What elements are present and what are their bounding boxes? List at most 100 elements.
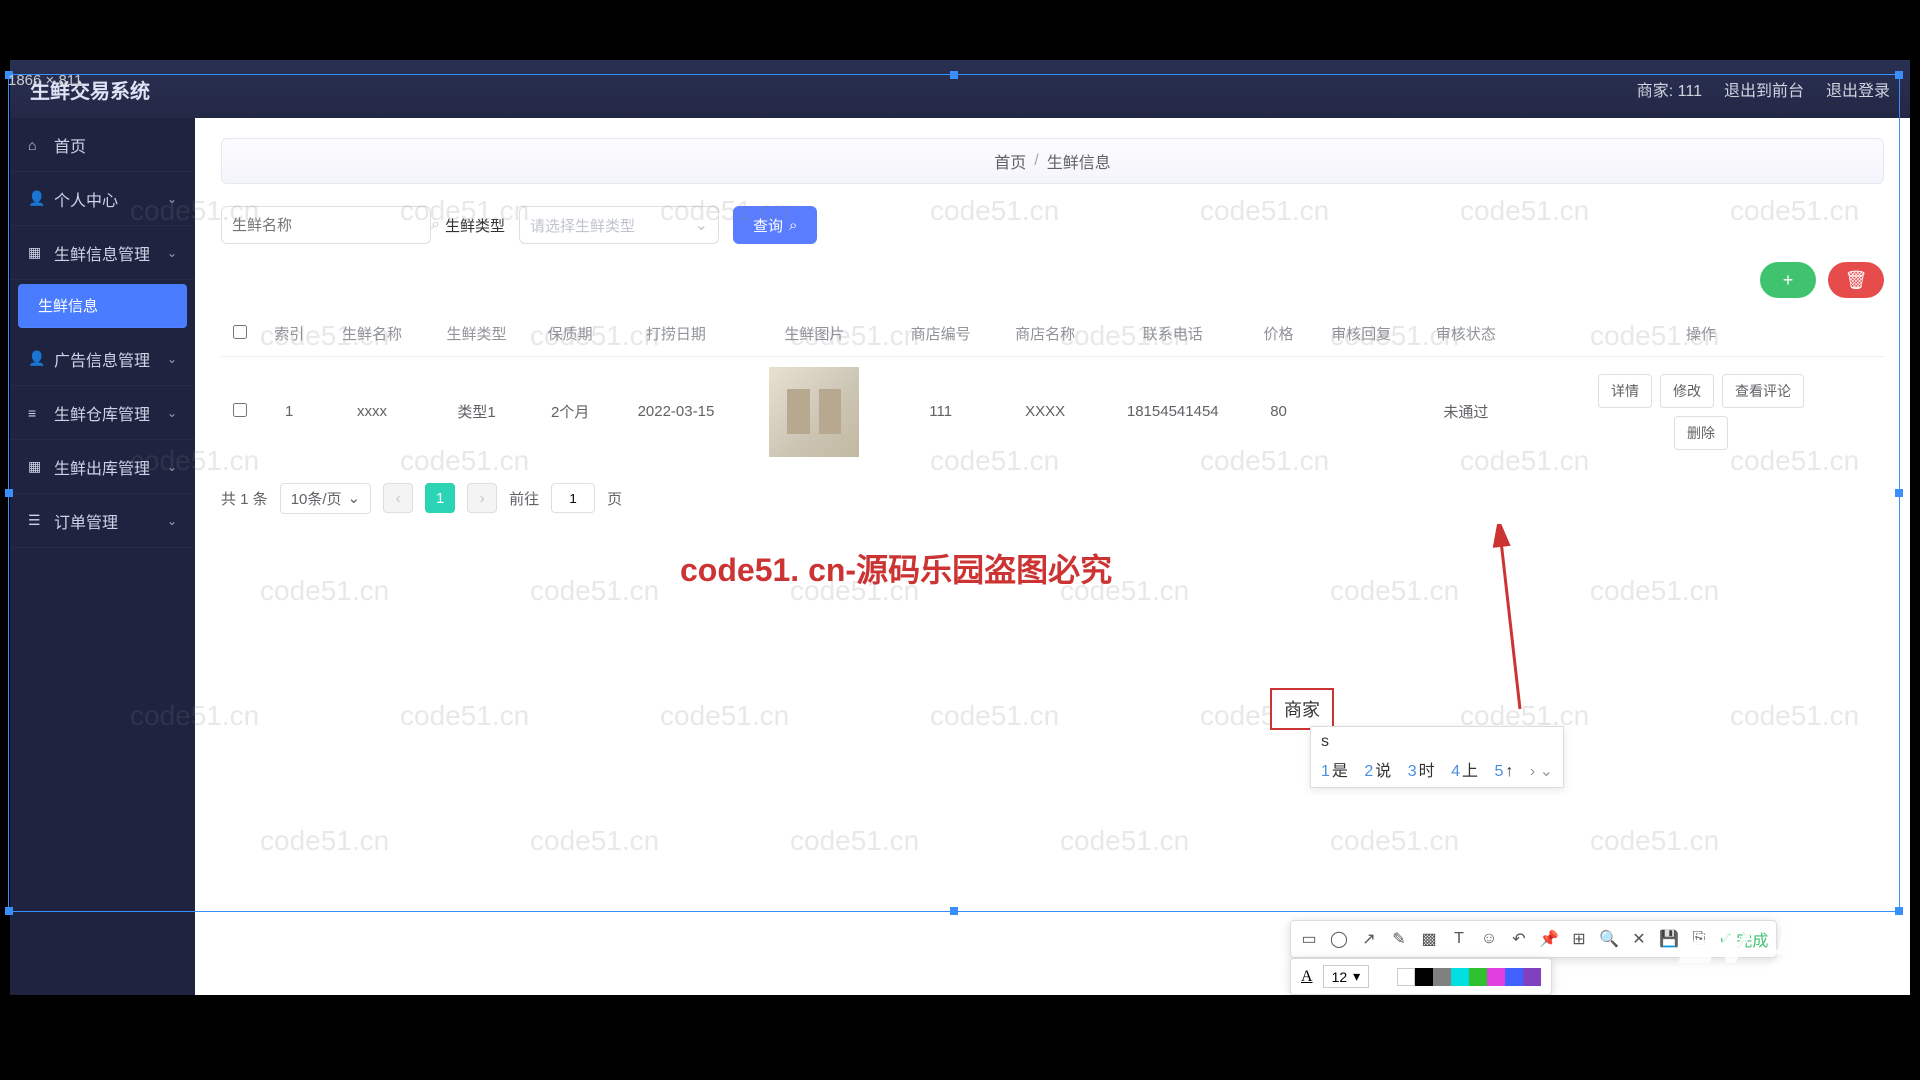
delete-button[interactable]: 🗑	[1828, 262, 1884, 298]
goto-input[interactable]	[551, 483, 595, 513]
add-button[interactable]: +	[1760, 262, 1816, 298]
th-phone: 联系电话	[1097, 312, 1248, 356]
goto-label: 前往	[509, 488, 539, 509]
color-swatch-white[interactable]	[1397, 968, 1415, 986]
ime-cand-1[interactable]: 是	[1332, 763, 1348, 780]
ime-more-icon[interactable]: › ⌄	[1530, 763, 1553, 780]
rect-tool-icon[interactable]: ▭	[1299, 929, 1319, 949]
ime-cand-2[interactable]: 说	[1375, 763, 1391, 780]
next-page-button[interactable]: ›	[467, 483, 497, 513]
color-swatches	[1379, 968, 1541, 986]
chevron-down-icon: ⌄	[167, 460, 177, 474]
type-label: 生鲜类型	[445, 215, 505, 236]
chevron-down-icon: ⌄	[695, 215, 708, 235]
filter-row: ⌕ 生鲜类型 请选择生鲜类型 ⌄ 查询⌕	[221, 206, 1884, 244]
ellipse-tool-icon[interactable]: ◯	[1329, 929, 1349, 949]
row-checkbox[interactable]	[233, 403, 247, 417]
doc-icon: ☰	[28, 512, 44, 529]
name-input-wrap[interactable]: ⌕	[221, 206, 431, 244]
sidebar-item-ad-mgmt[interactable]: 👤广告信息管理⌄	[10, 332, 195, 386]
th-shopno: 商店编号	[888, 312, 993, 356]
plus-icon: +	[1783, 270, 1794, 291]
sidebar-label: 首页	[54, 133, 86, 157]
row-delete-button[interactable]: 删除	[1674, 416, 1728, 450]
font-size-select[interactable]: 12▾	[1323, 965, 1370, 988]
sidebar-item-out-mgmt[interactable]: ▦生鲜出库管理⌄	[10, 440, 195, 494]
arrow-tool-icon[interactable]: ↗	[1359, 929, 1379, 949]
ime-cand-4[interactable]: 上	[1462, 763, 1478, 780]
pen-tool-icon[interactable]: ✎	[1389, 929, 1409, 949]
sticker-tool-icon[interactable]: ☺	[1479, 929, 1499, 949]
sidebar-item-fresh-mgmt[interactable]: ▦生鲜信息管理⌄	[10, 226, 195, 280]
ime-cand-5[interactable]: ↑	[1505, 763, 1513, 780]
search-icon: ⌕	[431, 216, 440, 234]
breadcrumb-home[interactable]: 首页	[994, 149, 1026, 173]
sidebar-item-fresh-info[interactable]: 生鲜信息	[18, 284, 187, 328]
ime-input-box[interactable]: 商家	[1270, 688, 1334, 730]
chevron-down-icon: ⌄	[167, 406, 177, 420]
page-1-button[interactable]: 1	[425, 483, 455, 513]
th-status: 审核状态	[1414, 312, 1519, 356]
done-button[interactable]: ✔完成	[1719, 927, 1768, 951]
per-page-select[interactable]: 10条/页⌄	[280, 483, 371, 514]
query-label: 查询	[753, 215, 783, 236]
font-size-value: 12	[1332, 969, 1348, 985]
sidebar-label: 生鲜信息管理	[54, 241, 150, 265]
cell-shopno: 111	[888, 356, 993, 467]
sidebar-label: 生鲜信息	[38, 295, 98, 316]
thumbnail[interactable]	[769, 367, 859, 457]
sidebar-item-stock-mgmt[interactable]: ≡生鲜仓库管理⌄	[10, 386, 195, 440]
main-content: 首页 / 生鲜信息 ⌕ 生鲜类型 请选择生鲜类型 ⌄ 查询⌕ + 🗑	[195, 118, 1910, 995]
close-icon[interactable]: ✕	[1629, 929, 1649, 949]
cell-shelf: 2个月	[529, 356, 612, 467]
cell-img	[740, 356, 888, 467]
color-swatch-purple[interactable]	[1523, 968, 1541, 986]
color-swatch-gray[interactable]	[1433, 968, 1451, 986]
th-date: 打捞日期	[612, 312, 741, 356]
edit-button[interactable]: 修改	[1660, 374, 1714, 408]
list-icon: ≡	[28, 405, 44, 421]
comment-button[interactable]: 查看评论	[1722, 374, 1804, 408]
done-label: 完成	[1736, 927, 1768, 951]
pin-icon[interactable]: 📌	[1539, 929, 1559, 949]
cell-status: 未通过	[1414, 356, 1519, 467]
color-swatch-magenta[interactable]	[1487, 968, 1505, 986]
undo-icon[interactable]: ↶	[1509, 929, 1529, 949]
mosaic-tool-icon[interactable]: ▩	[1419, 929, 1439, 949]
copy-icon[interactable]: ⎘	[1689, 929, 1709, 949]
text-tool-icon[interactable]: T	[1449, 929, 1469, 949]
prev-page-button[interactable]: ‹	[383, 483, 413, 513]
chevron-down-icon: ⌄	[167, 352, 177, 366]
color-swatch-black[interactable]	[1415, 968, 1433, 986]
exit-to-front-link[interactable]: 退出到前台	[1724, 77, 1804, 101]
query-button[interactable]: 查询⌕	[733, 206, 817, 244]
color-swatch-cyan[interactable]	[1451, 968, 1469, 986]
user-label: 商家: 111	[1637, 77, 1702, 101]
save-icon[interactable]: 💾	[1659, 929, 1679, 949]
cell-shopname: XXXX	[993, 356, 1098, 467]
color-swatch-red[interactable]	[1379, 968, 1397, 986]
cell-phone: 18154541454	[1097, 356, 1248, 467]
ime-num: 2	[1364, 763, 1373, 780]
ime-num: 3	[1408, 763, 1417, 780]
sidebar-label: 生鲜出库管理	[54, 455, 150, 479]
select-all-checkbox[interactable]	[233, 325, 247, 339]
name-input[interactable]	[232, 217, 431, 234]
logout-link[interactable]: 退出登录	[1826, 77, 1890, 101]
chevron-down-icon: ⌄	[167, 246, 177, 260]
breadcrumb-current: 生鲜信息	[1047, 149, 1111, 173]
type-select[interactable]: 请选择生鲜类型 ⌄	[519, 206, 719, 244]
sidebar-item-order-mgmt[interactable]: ☰订单管理⌄	[10, 494, 195, 548]
check-icon: ✔	[1719, 929, 1732, 949]
detail-button[interactable]: 详情	[1598, 374, 1652, 408]
ime-num: 1	[1321, 763, 1330, 780]
ime-cand-3[interactable]: 时	[1419, 763, 1435, 780]
color-swatch-blue[interactable]	[1505, 968, 1523, 986]
total-label: 共 1 条	[221, 488, 268, 509]
ime-candidate-box[interactable]: s 1是 2说 3时 4上 5↑ › ⌄	[1310, 726, 1564, 788]
ocr-icon[interactable]: 🔍	[1599, 929, 1619, 949]
color-swatch-green[interactable]	[1469, 968, 1487, 986]
sidebar-item-personal[interactable]: 👤个人中心⌄	[10, 172, 195, 226]
grid-icon[interactable]: ⊞	[1569, 929, 1589, 949]
sidebar-item-home[interactable]: ⌂首页	[10, 118, 195, 172]
